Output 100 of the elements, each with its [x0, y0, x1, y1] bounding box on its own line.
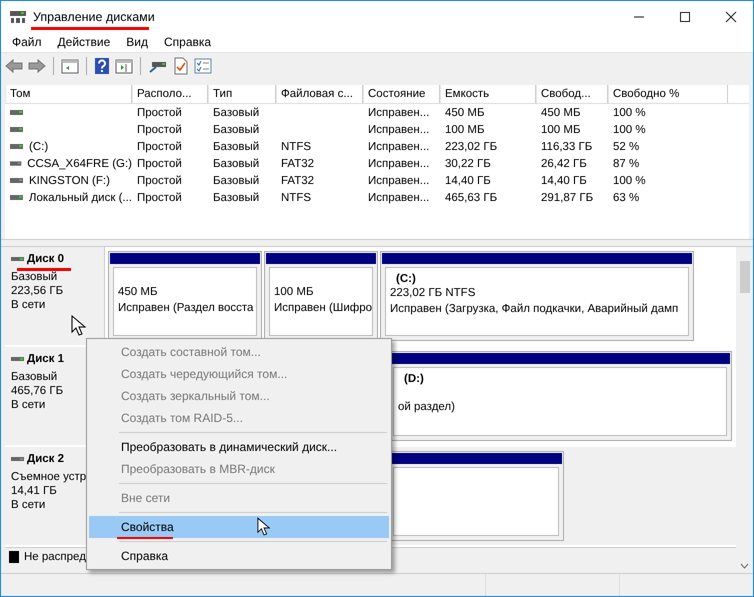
context-menu-item[interactable]: Свойства: [89, 516, 389, 538]
table-cell: Исправен...: [368, 158, 430, 170]
table-cell: Простой: [137, 140, 182, 152]
table-cell: Базовый: [213, 192, 260, 204]
column-header[interactable]: Располо...: [132, 85, 208, 103]
disk-drive-icon: [11, 256, 25, 262]
annotation-underline: [117, 537, 173, 539]
checklist-icon[interactable]: [194, 58, 212, 74]
table-cell: 52 %: [613, 140, 640, 152]
table-cell: Простой: [137, 174, 182, 186]
table-cell: Базовый: [213, 140, 260, 152]
disk-drive-icon: [11, 456, 25, 462]
maximize-icon[interactable]: [679, 10, 691, 22]
drive-icon: [10, 176, 24, 184]
window-title: Управление дисками: [33, 10, 155, 24]
drive-icon: [10, 126, 24, 134]
annotation-underline: [17, 268, 71, 271]
disk-status: В сети: [11, 299, 46, 311]
panel-icon[interactable]: [61, 58, 79, 74]
partition-info: 100 МБ: [274, 286, 315, 300]
scrollbar-thumb[interactable]: [740, 261, 750, 293]
table-cell: Простой: [137, 192, 182, 204]
partition-info: 450 МБ: [118, 286, 159, 300]
partition-info: ой раздел): [398, 401, 456, 415]
partition-block[interactable]: (C:) 223,02 ГБ NTFS Исправен (Загрузка, Файл подкачки, Аварийный дамп: [380, 251, 694, 341]
drive-icon: [10, 108, 24, 116]
table-cell: FAT32: [281, 158, 314, 170]
column-header[interactable]: Файловая с...: [276, 85, 363, 103]
partition-info: Исправен (Раздел восста: [118, 302, 252, 316]
table-cell: FAT32: [281, 174, 314, 186]
table-cell: Базовый: [213, 158, 260, 170]
table-cell: 100 МБ: [541, 124, 581, 136]
cursor-icon: [257, 517, 271, 537]
menu-item[interactable]: Действие: [58, 35, 110, 49]
help-icon[interactable]: [94, 57, 110, 75]
column-header[interactable]: Емкость: [440, 85, 536, 103]
column-header[interactable]: Том: [5, 85, 132, 103]
table-cell: Базовый: [213, 174, 260, 186]
table-cell: 63 %: [613, 192, 640, 204]
disk-type: Съемное устр: [11, 471, 88, 483]
table-cell: 100 МБ: [445, 124, 485, 136]
partition-block[interactable]: 450 МБ Исправен (Раздел восста: [108, 251, 262, 341]
table-cell: 450 МБ: [445, 106, 485, 118]
column-header[interactable]: Свобод...: [536, 85, 608, 103]
table-cell: Исправен...: [368, 192, 430, 204]
table-cell: (C:): [29, 140, 48, 152]
disk-name: Диск 0: [27, 253, 64, 265]
table-cell: Базовый: [213, 124, 260, 136]
table-cell: Локальный диск (...: [28, 192, 132, 204]
table-cell: 291,87 ГБ: [541, 192, 594, 204]
table-cell: 14,40 ГБ: [541, 174, 587, 186]
table-cell: Простой: [137, 106, 182, 118]
back-arrow-icon[interactable]: [5, 58, 23, 74]
disk-size: 465,76 ГБ: [11, 385, 64, 397]
table-cell: Исправен...: [368, 174, 430, 186]
table-cell: CCSA_X64FRE (G:): [27, 158, 132, 170]
column-header[interactable]: Тип: [208, 85, 276, 103]
context-menu-item[interactable]: Справка: [89, 545, 389, 567]
disk-status: В сети: [11, 499, 46, 511]
table-cell: 87 %: [613, 158, 640, 170]
disk-type: Базовый: [11, 371, 58, 383]
drive-icon: [10, 142, 24, 150]
table-cell: 116,33 ГБ: [541, 140, 592, 152]
column-header[interactable]: Состояние: [363, 85, 440, 103]
table-cell: Исправен...: [368, 124, 430, 136]
disk-size: 14,41 ГБ: [11, 485, 58, 497]
forward-arrow-icon[interactable]: [28, 58, 46, 74]
panel-icon[interactable]: [115, 58, 133, 74]
table-cell: 26,42 ГБ: [541, 158, 587, 170]
chevron-down-icon[interactable]: [740, 563, 749, 569]
disk-name: Диск 2: [27, 453, 64, 465]
drive-icon: [10, 160, 22, 168]
column-header[interactable]: Свободно %: [608, 85, 728, 103]
legend-label: Не распред: [24, 551, 86, 563]
disk-drive-icon: [11, 356, 25, 362]
disk-size: 223,56 ГБ: [11, 285, 64, 297]
menu-item[interactable]: Файл: [12, 35, 42, 49]
table-cell: NTFS: [281, 140, 312, 152]
table-cell: Базовый: [213, 106, 260, 118]
table-cell: 450 МБ: [541, 106, 581, 118]
disk-name: Диск 1: [27, 353, 64, 365]
partition-title: (C:): [395, 273, 417, 285]
table-cell: NTFS: [281, 192, 312, 204]
partition-block[interactable]: 100 МБ Исправен (Шифро: [264, 251, 378, 341]
table-cell: 465,63 ГБ: [445, 192, 498, 204]
menu-item[interactable]: Справка: [164, 35, 212, 49]
table-cell: 100 %: [613, 106, 646, 118]
disk-drive-icon: [9, 10, 27, 24]
drive-icon: [10, 194, 24, 202]
menu-item[interactable]: Вид: [126, 35, 148, 49]
table-cell: KINGSTON (F:): [29, 174, 110, 186]
cursor-icon: [71, 315, 87, 337]
table-cell: 30,22 ГБ: [445, 158, 491, 170]
checkmark-document-icon[interactable]: [173, 57, 189, 75]
table-cell: Исправен...: [368, 140, 430, 152]
table-cell: Простой: [137, 158, 182, 170]
partition-info: 223,02 ГБ NTFS: [390, 287, 476, 301]
table-cell: Исправен...: [368, 106, 430, 118]
table-cell: 223,02 ГБ: [445, 140, 498, 152]
close-icon[interactable]: [725, 10, 737, 22]
